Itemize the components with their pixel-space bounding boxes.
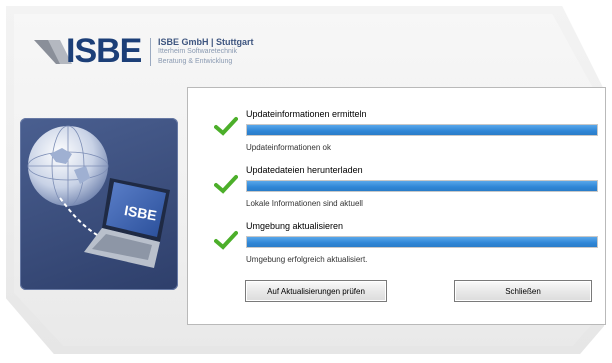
step-update-environment: Umgebung aktualisieren Umgebung erfolgre… (246, 221, 598, 265)
globe-laptop-illustration: ISBE (27, 125, 170, 268)
check-icon (214, 231, 238, 250)
logo-text: ISBE (66, 32, 142, 70)
company-info: ISBE GmbH | Stuttgart Itterheim Software… (158, 37, 254, 67)
check-icon (214, 117, 238, 136)
step-title: Umgebung aktualisieren (246, 221, 344, 231)
update-progress-panel: Updateinformationen ermitteln Updateinfo… (187, 87, 606, 325)
company-tagline-1: Itterheim Softwaretechnik (158, 48, 237, 55)
company-tagline-2: Beratung & Entwicklung (158, 58, 233, 65)
check-icon (214, 175, 238, 194)
check-updates-button[interactable]: Auf Aktualisierungen prüfen (245, 280, 387, 302)
step-title: Updateinformationen ermitteln (246, 109, 367, 119)
step-status: Updateinformationen ok (246, 143, 331, 152)
progress-bar (246, 124, 598, 136)
step-download-files: Updatedateien herunterladen Lokale Infor… (246, 165, 598, 209)
close-button[interactable]: Schließen (454, 280, 592, 302)
step-status: Umgebung erfolgreich aktualisiert. (246, 255, 368, 264)
step-status: Lokale Informationen sind aktuell (246, 199, 363, 208)
step-fetch-info: Updateinformationen ermitteln Updateinfo… (246, 109, 598, 153)
illustration-panel: ISBE (20, 118, 178, 290)
progress-bar (246, 236, 598, 248)
progress-bar (246, 180, 598, 192)
progress-bar-fill (247, 125, 597, 135)
step-title: Updatedateien herunterladen (246, 165, 363, 175)
company-name: ISBE GmbH | Stuttgart (158, 37, 254, 47)
progress-bar-fill (247, 237, 597, 247)
progress-bar-fill (247, 181, 597, 191)
header-divider (150, 38, 151, 66)
